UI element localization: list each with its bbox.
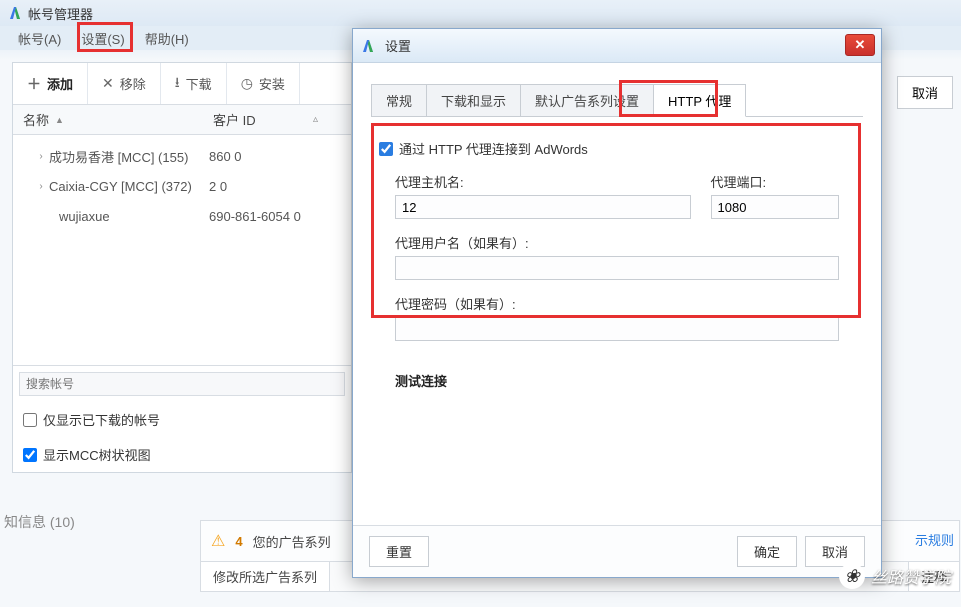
tab-default-campaign[interactable]: 默认广告系列设置 [520, 84, 654, 116]
clock-icon: ◷ [241, 75, 253, 92]
table-row[interactable]: › 成功易香港 [MCC] (155) 860 0 [13, 141, 351, 171]
checkbox-label: 显示MCC树状视图 [43, 445, 151, 464]
settings-tabs: 常规 下载和显示 默认广告系列设置 HTTP 代理 [371, 84, 863, 117]
download-button[interactable]: ⭳ 下载 [161, 63, 227, 104]
table-row[interactable]: wujiaxue 690-861-6054 0 [13, 201, 351, 231]
wechat-icon: ❀ [839, 563, 865, 589]
checkbox-label: 仅显示已下载的帐号 [43, 410, 160, 429]
account-tree: › 成功易香港 [MCC] (155) 860 0 › Caixia-CGY [… [13, 135, 351, 365]
proxy-host-input[interactable] [395, 195, 691, 219]
expand-icon[interactable]: › [33, 181, 49, 192]
watermark-text: 丝路赞学院 [871, 564, 951, 588]
warning-icon: ⚠ [211, 531, 225, 551]
edit-campaigns-tab[interactable]: 修改所选广告系列 [201, 562, 330, 591]
reset-button[interactable]: 重置 [369, 536, 429, 567]
show-downloaded-checkbox[interactable]: 仅显示已下载的帐号 [13, 402, 351, 437]
adwords-logo-icon [8, 6, 22, 20]
checkbox-icon[interactable] [23, 448, 37, 462]
proxy-host-port-row: 代理主机名: 代理端口: [371, 162, 863, 223]
warning-text: 您的广告系列 [253, 532, 331, 551]
col-id-label[interactable]: 客户 ID [213, 110, 313, 129]
add-button[interactable]: ＋ 添加 [13, 63, 88, 104]
checkbox-icon[interactable] [23, 413, 37, 427]
dialog-body: 常规 下载和显示 默认广告系列设置 HTTP 代理 通过 HTTP 代理连接到 … [353, 63, 881, 410]
expand-icon[interactable]: › [33, 151, 49, 162]
download-icon: ⭳ [175, 72, 180, 96]
dialog-footer: 重置 确定 取消 [353, 525, 881, 577]
search-box [13, 365, 351, 402]
dialog-title: 设置 [385, 36, 411, 55]
menu-help[interactable]: 帮助(H) [135, 26, 199, 51]
watermark: ❀ 丝路赞学院 [839, 563, 951, 589]
cancel-button-right[interactable]: 取消 [897, 76, 953, 109]
account-toolbar: ＋ 添加 ✕ 移除 ⭳ 下载 ◷ 安装 [13, 63, 351, 105]
close-icon: ✕ [855, 37, 866, 53]
proxy-user-label: 代理用户名（如果有）: [395, 233, 839, 252]
main-titlebar: 帐号管理器 [0, 0, 961, 26]
col-name-label[interactable]: 名称 [23, 110, 49, 129]
proxy-host-label: 代理主机名: [395, 172, 691, 191]
install-label: 安装 [259, 74, 285, 93]
tab-download[interactable]: 下载和显示 [426, 84, 521, 116]
tab-general[interactable]: 常规 [371, 84, 427, 116]
right-button-strip: 取消 [897, 76, 953, 109]
x-icon: ✕ [102, 75, 114, 92]
account-name: Caixia-CGY [MCC] (372) [49, 179, 209, 194]
ok-button[interactable]: 确定 [737, 536, 797, 567]
show-rules-link[interactable]: 示规则 [915, 530, 954, 549]
test-connection-link[interactable]: 测试连接 [371, 345, 863, 400]
account-table-header: 名称 ▲ 客户 ID ▵ [13, 105, 351, 135]
menu-account[interactable]: 帐号(A) [8, 26, 71, 51]
proxy-pass-label: 代理密码（如果有）: [395, 294, 839, 313]
account-id: 690-861-6054 0 [209, 209, 301, 224]
proxy-port-input[interactable] [711, 195, 839, 219]
proxy-user-input[interactable] [395, 256, 839, 280]
account-id: 860 0 [209, 149, 242, 164]
adwords-logo-icon [361, 39, 375, 53]
close-button[interactable]: ✕ [845, 34, 875, 56]
checkbox-icon[interactable] [379, 142, 393, 156]
account-list-panel: ＋ 添加 ✕ 移除 ⭳ 下载 ◷ 安装 名称 [12, 62, 352, 473]
show-mcc-tree-checkbox[interactable]: 显示MCC树状视图 [13, 437, 351, 472]
account-id: 2 0 [209, 179, 227, 194]
warning-count: 4 [235, 534, 242, 549]
tab-http-proxy[interactable]: HTTP 代理 [653, 84, 746, 117]
footer-info: 知信息 (10) [0, 512, 75, 532]
dialog-titlebar[interactable]: 设置 ✕ [353, 29, 881, 63]
settings-dialog: 设置 ✕ 常规 下载和显示 默认广告系列设置 HTTP 代理 通过 HTTP 代… [352, 28, 882, 578]
col-menu-icon[interactable]: ▵ [313, 114, 333, 125]
plus-icon: ＋ [27, 74, 41, 94]
account-name: 成功易香港 [MCC] (155) [49, 147, 209, 166]
account-name: wujiaxue [49, 209, 209, 224]
search-input[interactable] [19, 372, 345, 396]
download-label: 下载 [186, 74, 212, 93]
table-row[interactable]: › Caixia-CGY [MCC] (372) 2 0 [13, 171, 351, 201]
use-proxy-checkbox[interactable]: 通过 HTTP 代理连接到 AdWords [371, 135, 863, 162]
remove-label: 移除 [120, 74, 146, 93]
remove-button[interactable]: ✕ 移除 [88, 63, 161, 104]
proxy-pass-input[interactable] [395, 317, 839, 341]
install-button[interactable]: ◷ 安装 [227, 63, 300, 104]
proxy-port-label: 代理端口: [711, 172, 839, 191]
add-label: 添加 [47, 74, 73, 93]
menu-settings[interactable]: 设置(S) [71, 26, 134, 51]
use-proxy-label: 通过 HTTP 代理连接到 AdWords [399, 139, 588, 158]
sort-asc-icon: ▲ [55, 115, 64, 125]
main-window-title: 帐号管理器 [28, 4, 93, 23]
